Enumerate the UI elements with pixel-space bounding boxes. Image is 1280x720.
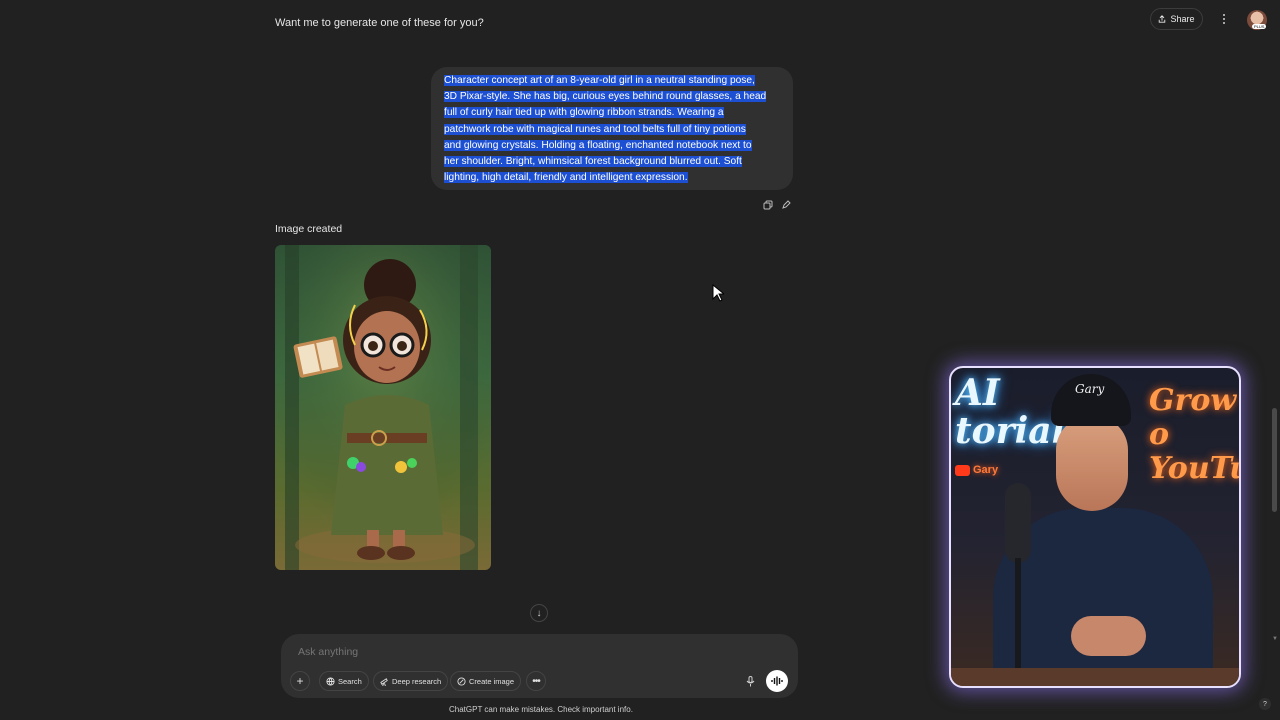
disclaimer-text: ChatGPT can make mistakes. Check importa… [449, 705, 633, 714]
user-message-bubble: Character concept art of an 8-year-old g… [431, 67, 793, 190]
scroll-to-bottom-button[interactable]: ↓ [530, 604, 548, 622]
previous-assistant-text: Want me to generate one of these for you… [275, 17, 484, 29]
add-attachment-button[interactable]: + [290, 671, 310, 691]
microphone-icon [746, 675, 754, 686]
user-message-text: Character concept art of an 8-year-old g… [444, 73, 780, 186]
generated-image-illustration [275, 245, 491, 570]
user-message-line: 3D Pixar-style. She has big, curious eye… [444, 91, 767, 103]
copy-icon[interactable] [763, 197, 773, 210]
help-button[interactable]: ? [1259, 698, 1271, 710]
prompt-input[interactable] [298, 646, 718, 658]
deep-research-button[interactable]: Deep research [373, 671, 449, 691]
image-brush-icon [457, 676, 466, 686]
webcam-overlay: AItorial Grow oYouTul Gary Gary [949, 366, 1241, 688]
presenter-face [1056, 416, 1128, 511]
generated-image[interactable] [275, 245, 491, 570]
create-image-button[interactable]: Create image [450, 671, 522, 691]
microphone-button[interactable] [743, 674, 757, 688]
share-icon [1159, 15, 1166, 23]
plus-icon: + [296, 674, 304, 688]
telescope-icon [380, 677, 388, 686]
voice-mode-icon [771, 676, 783, 686]
user-message-line: her shoulder. Bright, whimsical forest b… [444, 156, 742, 168]
share-label: Share [1170, 14, 1195, 24]
search-tool-label: Search [338, 676, 362, 686]
deep-research-label: Deep research [392, 676, 442, 686]
more-vertical-icon[interactable] [1218, 10, 1230, 28]
more-horizontal-icon: ••• [532, 675, 540, 687]
podcast-microphone [1005, 483, 1031, 563]
presenter-hands [1071, 616, 1146, 656]
user-message-line: patchwork robe with magical runes and to… [444, 123, 746, 135]
more-tools-button[interactable]: ••• [526, 671, 546, 691]
arrow-down-icon: ↓ [536, 607, 542, 619]
globe-icon [326, 676, 335, 686]
neon-sign-right: Grow oYouTul [1149, 383, 1239, 486]
create-image-label: Create image [469, 676, 515, 686]
user-message-line: lighting, high detail, friendly and inte… [444, 172, 688, 184]
mouse-cursor-icon [712, 284, 724, 302]
share-button[interactable]: Share [1150, 8, 1203, 30]
user-message-line: Character concept art of an 8-year-old g… [444, 75, 755, 86]
neon-sign-left: AI torial [955, 372, 1066, 452]
scrollbar-thumb[interactable] [1272, 408, 1277, 512]
message-composer: + Search Deep research Create image ••• [281, 634, 798, 698]
message-actions [763, 197, 791, 210]
image-created-label: Image created [275, 223, 343, 235]
youtube-badge: Gary [955, 464, 998, 476]
cap-text: Gary [1075, 382, 1105, 396]
search-tool-button[interactable]: Search [319, 671, 369, 691]
user-message-line: full of curly hair tied up with glowing … [444, 107, 724, 119]
question-icon: ? [1263, 700, 1267, 708]
youtube-icon [955, 464, 970, 476]
voice-mode-button[interactable] [766, 670, 788, 692]
user-message-line: and glowing crystals. Holding a floating… [444, 139, 752, 151]
desk [951, 668, 1239, 686]
scroll-down-arrow-icon[interactable]: ▼ [1272, 636, 1278, 642]
plan-badge: PLUS [1252, 24, 1267, 29]
edit-icon[interactable] [781, 197, 791, 209]
